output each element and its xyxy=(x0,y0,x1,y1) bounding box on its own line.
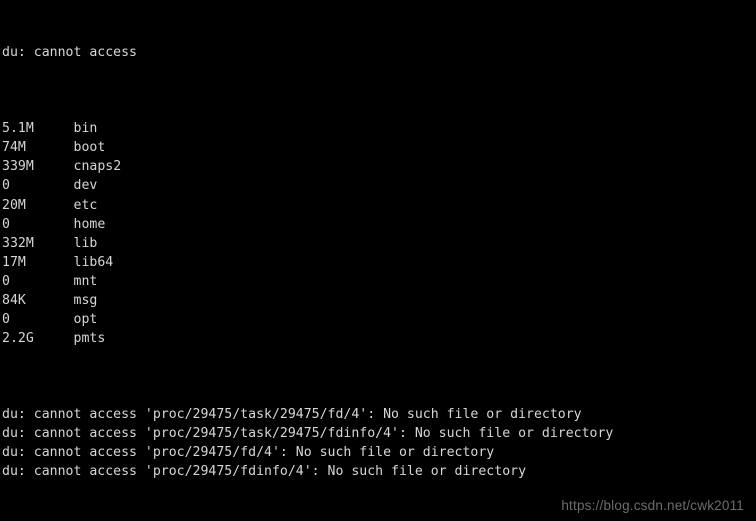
disk-usage-path: home xyxy=(73,216,106,232)
disk-usage-row: 0 mnt xyxy=(2,272,613,291)
disk-usage-path: boot xyxy=(73,140,106,156)
disk-usage-path: opt xyxy=(73,311,98,327)
disk-usage-row: 84K msg xyxy=(2,291,613,310)
error-message-line: du: cannot access 'proc/29475/task/29475… xyxy=(2,426,614,442)
disk-usage-size: 0 xyxy=(2,311,10,327)
disk-usage-row: 20M etc xyxy=(2,196,613,215)
disk-usage-path: etc xyxy=(73,197,98,213)
disk-usage-size: 84K xyxy=(2,292,26,308)
error-message-list: du: cannot access 'proc/29475/task/29475… xyxy=(2,405,613,481)
disk-usage-row: 5.1M bin xyxy=(2,119,613,138)
disk-usage-size: 17M xyxy=(2,254,26,270)
disk-usage-size: 0 xyxy=(2,273,10,289)
disk-usage-row: 0 opt xyxy=(2,310,613,329)
disk-usage-path: bin xyxy=(73,121,98,137)
disk-usage-size: 0 xyxy=(2,178,10,194)
disk-usage-path: pmts xyxy=(73,330,106,346)
clipped-line-text: du: cannot access xyxy=(2,45,137,61)
disk-usage-path: lib64 xyxy=(73,254,114,270)
error-message-line: du: cannot access 'proc/29475/task/29475… xyxy=(2,407,582,423)
disk-usage-row: 74M boot xyxy=(2,138,613,157)
disk-usage-size: 0 xyxy=(2,216,10,232)
error-message-line: du: cannot access 'proc/29475/fdinfo/4':… xyxy=(2,464,527,480)
disk-usage-path: dev xyxy=(73,178,98,194)
disk-usage-size: 20M xyxy=(2,197,26,213)
disk-usage-row: 2.2G pmts xyxy=(2,329,613,348)
watermark: https://blog.csdn.net/cwk2011 xyxy=(561,498,744,513)
disk-usage-path: cnaps2 xyxy=(73,159,122,175)
error-message-line: du: cannot access 'proc/29475/fd/4': No … xyxy=(2,445,495,461)
terminal-clipped-line: du: cannot access xyxy=(2,43,613,62)
watermark-text: https://blog.csdn.net/cwk2011 xyxy=(561,498,744,513)
disk-usage-size: 339M xyxy=(2,159,34,175)
disk-usage-row: 339M cnaps2 xyxy=(2,157,613,176)
disk-usage-size: 2.2G xyxy=(2,330,34,346)
terminal-window[interactable]: du: cannot access 5.1M bin 74M boot 339M cnap… xyxy=(0,0,756,521)
disk-usage-list-top: 5.1M bin 74M boot 339M cnaps2 0 dev 20M etc 0 home 3… xyxy=(2,119,613,348)
disk-usage-row: 0 dev xyxy=(2,176,613,195)
disk-usage-path: lib xyxy=(73,235,98,251)
terminal-output: du: cannot access 5.1M bin 74M boot 339M cnap… xyxy=(2,0,613,521)
disk-usage-row: 0 home xyxy=(2,215,613,234)
disk-usage-size: 5.1M xyxy=(2,121,34,137)
disk-usage-size: 332M xyxy=(2,235,34,251)
disk-usage-row: 332M lib xyxy=(2,234,613,253)
disk-usage-row: 17M lib64 xyxy=(2,253,613,272)
disk-usage-path: msg xyxy=(73,292,98,308)
disk-usage-size: 74M xyxy=(2,140,26,156)
disk-usage-path: mnt xyxy=(73,273,98,289)
